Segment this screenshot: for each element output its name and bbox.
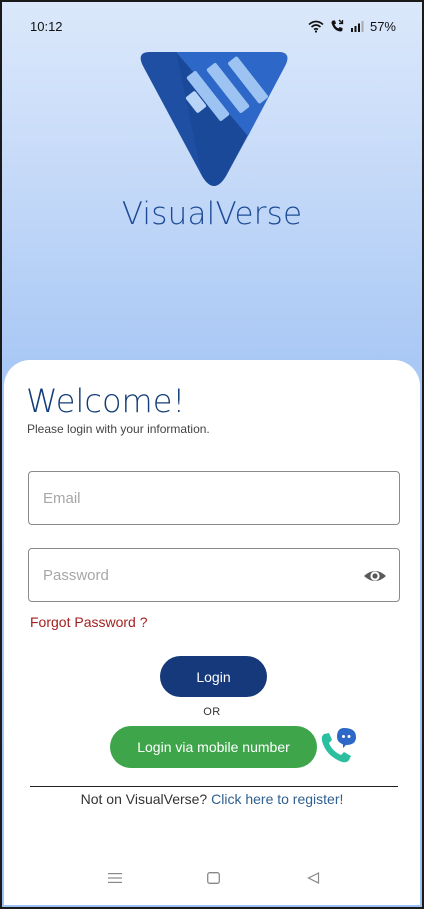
call-icon bbox=[330, 19, 344, 33]
password-field[interactable] bbox=[28, 548, 400, 602]
register-prompt: Not on VisualVerse? Click here to regist… bbox=[4, 791, 420, 807]
home-icon[interactable] bbox=[207, 871, 220, 889]
login-sheet: Welcome! Please login with your informat… bbox=[4, 360, 420, 905]
signal-icon bbox=[350, 20, 364, 32]
system-nav-bar bbox=[4, 865, 420, 895]
page-title: Welcome! bbox=[26, 382, 186, 420]
phone-chat-icon[interactable] bbox=[318, 726, 358, 771]
forgot-password-link[interactable]: Forgot Password ? bbox=[30, 614, 148, 630]
register-prefix: Not on VisualVerse? bbox=[80, 791, 212, 807]
login-mobile-button[interactable]: Login via mobile number bbox=[110, 726, 317, 768]
visualverse-logo-icon bbox=[140, 52, 288, 186]
app-screen: 10:12 57% VisualVerse Welcome! Please lo… bbox=[0, 0, 424, 909]
email-field[interactable] bbox=[28, 471, 400, 525]
password-input[interactable] bbox=[43, 549, 343, 601]
brand-name: VisualVerse bbox=[121, 196, 303, 232]
divider bbox=[30, 786, 398, 787]
battery-text: 57% bbox=[369, 18, 396, 34]
eye-icon[interactable] bbox=[363, 564, 387, 593]
page-subtitle: Please login with your information. bbox=[27, 422, 210, 436]
status-time: 10:12 bbox=[30, 18, 63, 34]
status-bar: 10:12 57% bbox=[2, 2, 422, 50]
status-icons: 57% bbox=[308, 19, 396, 34]
register-link[interactable]: Click here to register! bbox=[211, 791, 343, 807]
back-icon[interactable] bbox=[307, 871, 320, 889]
or-separator: OR bbox=[203, 706, 221, 718]
login-button[interactable]: Login bbox=[160, 656, 267, 697]
menu-icon[interactable] bbox=[108, 871, 122, 889]
email-input[interactable] bbox=[43, 472, 343, 524]
wifi-icon bbox=[308, 20, 324, 33]
